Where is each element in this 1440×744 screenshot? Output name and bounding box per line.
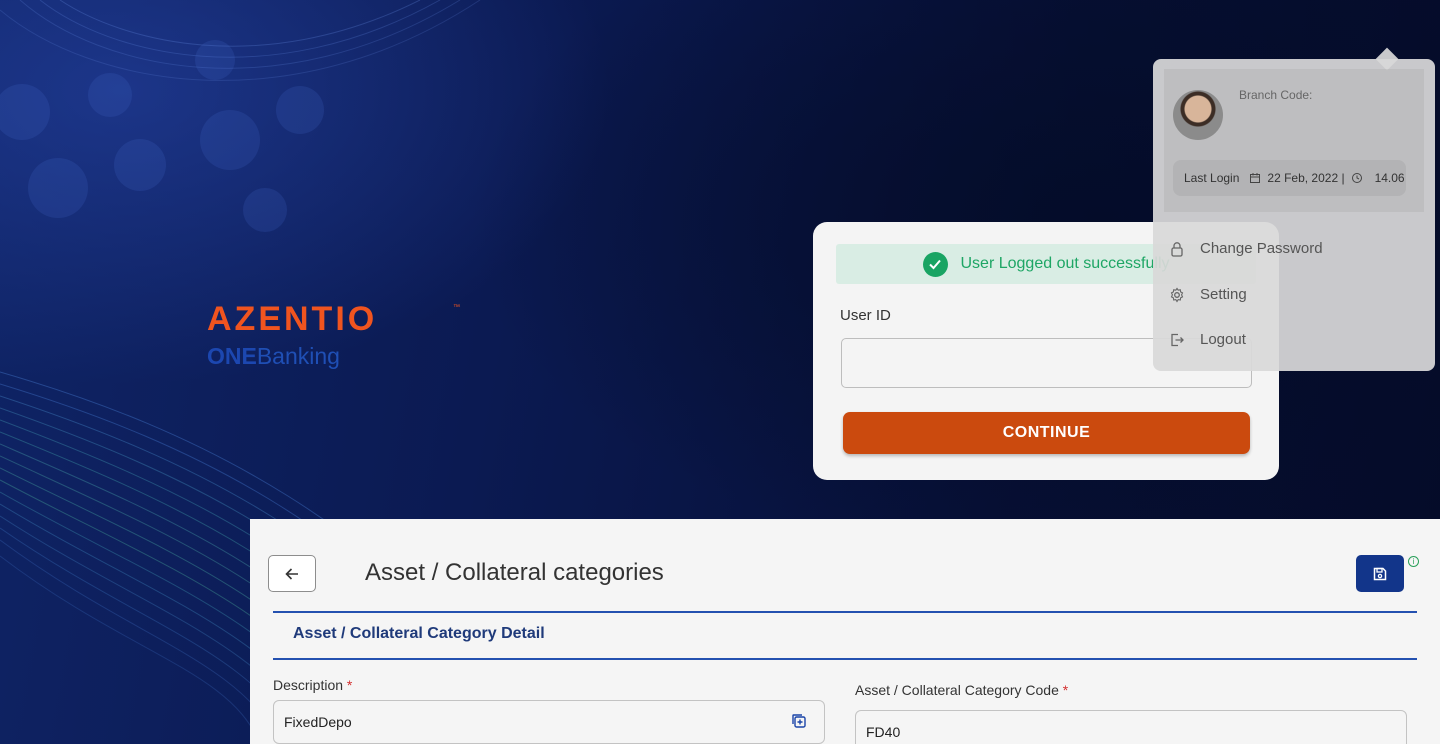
calendar-icon [1250, 173, 1261, 183]
logo-sub-bold: ONE [207, 343, 257, 369]
description-label-text: Description [273, 677, 344, 693]
check-circle-icon [922, 251, 948, 277]
gear-icon [1170, 287, 1184, 303]
description-label: Description * [273, 677, 352, 693]
menu-item-label: Setting [1200, 286, 1247, 303]
category-code-field[interactable] [855, 710, 1407, 744]
continue-button[interactable]: CONTINUE [843, 412, 1250, 454]
lock-icon [1171, 241, 1183, 257]
last-login-date: 22 Feb, 2022 | [1267, 171, 1345, 185]
save-icon [1373, 567, 1387, 580]
logo-sub-light: Banking [256, 343, 340, 369]
toast-message: User Logged out successfully [960, 255, 1170, 272]
copy-add-icon[interactable] [791, 713, 807, 729]
menu-item-label: Change Password [1200, 240, 1323, 257]
category-code-label-text: Asset / Collateral Category Code [855, 682, 1059, 698]
azentio-logo: AZENTIO ™ ONEBanking [207, 300, 460, 370]
page-title: Asset / Collateral categories [365, 559, 664, 586]
profile-dropdown: Branch Code: Last Login 22 Feb, 2022 | 1… [1153, 47, 1435, 371]
menu-setting[interactable]: Setting [1169, 286, 1247, 303]
menu-change-password[interactable]: Change Password [1169, 240, 1323, 257]
last-login-badge: Last Login 22 Feb, 2022 | 14.06 [1173, 160, 1406, 196]
back-button[interactable] [268, 555, 316, 592]
required-mark: * [1062, 682, 1069, 698]
category-code-label: Asset / Collateral Category Code * [855, 682, 1068, 698]
branch-code-label: Branch Code: [1239, 88, 1313, 102]
logo-trademark: ™ [453, 304, 460, 311]
avatar[interactable] [1173, 90, 1223, 140]
menu-item-label: Logout [1200, 331, 1246, 348]
description-field[interactable] [273, 700, 825, 744]
required-mark: * [346, 677, 353, 693]
clock-icon [1351, 173, 1362, 183]
arrow-left-icon [285, 567, 298, 580]
asset-category-form: Asset / Collateral categories i Asset / … [250, 519, 1440, 744]
logout-icon [1171, 333, 1184, 346]
logo-wordmark: AZENTIO [207, 300, 378, 338]
menu-logout[interactable]: Logout [1169, 331, 1246, 348]
last-login-label: Last Login [1184, 171, 1240, 185]
user-id-label: User ID [840, 307, 891, 324]
section-header: Asset / Collateral Category Detail [273, 611, 1417, 660]
profile-header: Branch Code: Last Login 22 Feb, 2022 | 1… [1164, 69, 1424, 212]
last-login-time: 14.06 [1374, 171, 1405, 185]
logo-subtitle: ONEBanking [207, 342, 377, 370]
info-icon[interactable]: i [1408, 556, 1419, 567]
save-button[interactable] [1356, 555, 1404, 592]
